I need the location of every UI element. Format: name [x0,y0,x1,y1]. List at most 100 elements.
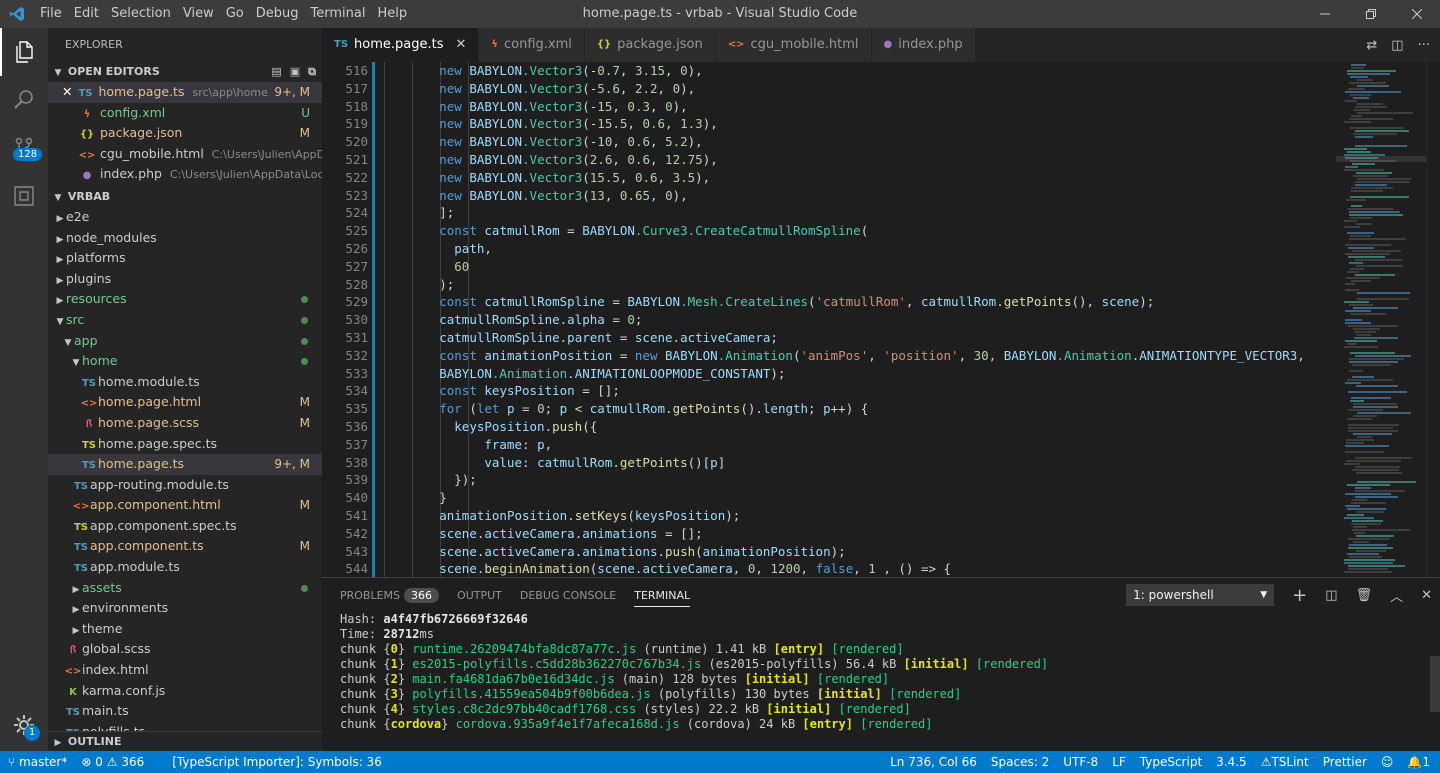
tree-folder[interactable]: ▶ platforms [48,248,322,269]
code-line[interactable]: path, [379,240,1305,258]
manage-button[interactable]: 1 [0,705,48,745]
open-changes-icon[interactable]: ⇄ [1366,38,1377,53]
terminal-scrollbar[interactable] [1430,656,1440,712]
tab-debug-console[interactable]: DEBUG CONSOLE [520,589,616,602]
tree-folder[interactable]: ▶ e2e [48,207,322,228]
close-window-button[interactable] [1394,0,1440,28]
indentation[interactable]: Spaces: 2 [991,755,1049,769]
code-line[interactable]: const catmullRomSpline = BABYLON.Mesh.Cr… [379,293,1305,311]
code-line[interactable]: const keysPosition = []; [379,382,1305,400]
tree-folder[interactable]: ▶ environments [48,598,322,619]
code-line[interactable]: new BABYLON.Vector3(2.6, 0.6, 12.75), [379,151,1305,169]
tab-home-page-ts[interactable]: TS home.page.ts ✕ [322,28,480,62]
tree-file[interactable]: TS app.component.spec.ts [48,516,322,537]
code-line[interactable]: scene.activeCamera.animations.push(anima… [379,543,1305,561]
minimap[interactable] [1336,62,1426,577]
tree-file[interactable]: TS app.component.ts M [48,536,322,557]
code-line[interactable]: new BABYLON.Vector3(-10, 0.6, 5.2), [379,133,1305,151]
terminal-select[interactable]: 1: powershell ▼ [1126,584,1275,606]
end-of-line[interactable]: LF [1112,755,1126,769]
code-line[interactable]: catmullRomSpline.parent = scene.activeCa… [379,329,1305,347]
restore-button[interactable] [1348,0,1394,28]
tree-file[interactable]: <>index.html [48,660,322,681]
code-line[interactable]: ]; [379,204,1305,222]
close-editor-icon[interactable]: ✕ [62,84,72,99]
encoding[interactable]: UTF-8 [1063,755,1098,769]
menu-terminal[interactable]: Terminal [305,0,372,28]
outline-section[interactable]: ▶ OUTLINE [48,731,322,751]
menu-selection[interactable]: Selection [105,0,177,28]
menu-debug[interactable]: Debug [250,0,305,28]
editor-scrollbar[interactable] [1426,62,1440,577]
tab-index-php[interactable]: ● index.php [871,28,976,62]
tree-file[interactable]: <>app.component.html M [48,495,322,516]
tab-package-json[interactable]: {} package.json [584,28,716,62]
new-untitled-icon[interactable]: ▤ [271,62,281,82]
menu-go[interactable]: Go [220,0,250,28]
save-all-icon[interactable]: ▣ [290,62,300,82]
tab-config-xml[interactable]: ϟ config.xml [479,28,585,62]
code-line[interactable]: const catmullRom = BABYLON.Curve3.Create… [379,222,1305,240]
tree-file[interactable]: TS app.module.ts [48,557,322,578]
code-line[interactable]: scene.beginAnimation(scene.activeCamera,… [379,560,1305,577]
open-editor-item[interactable]: {} package.json M [48,123,322,144]
tslint-status[interactable]: ⚠TSLint [1261,755,1309,769]
tab-output[interactable]: OUTPUT [457,589,502,602]
code-line[interactable]: new BABYLON.Vector3(13, 0.65, 0), [379,187,1305,205]
minimize-button[interactable] [1302,0,1348,28]
close-tab-icon[interactable]: ✕ [456,28,467,62]
code-line[interactable]: value: catmullRom.getPoints()[p] [379,454,1305,472]
open-editors-section[interactable]: ▼ OPEN EDITORS ▤ ▣ ⧉ [48,62,322,82]
branch-status[interactable]: ⑂ master* [8,755,67,769]
feedback-smiley-icon[interactable]: ☺ [1381,755,1394,769]
tree-folder[interactable]: ▼ src [48,310,322,331]
code-line[interactable]: new BABYLON.Vector3(15.5, 0.6, 3.5), [379,169,1305,187]
code-line[interactable]: for (let p = 0; p < catmullRom.getPoints… [379,400,1305,418]
more-actions-icon[interactable]: ··· [1418,38,1430,53]
language-mode[interactable]: TypeScript [1140,755,1202,769]
search-activity[interactable] [0,76,48,124]
code-line[interactable]: keysPosition.push({ [379,418,1305,436]
notifications-status[interactable]: 🔔1 [1407,755,1430,769]
menu-file[interactable]: File [34,0,68,28]
tree-folder[interactable]: ▶ node_modules [48,228,322,249]
tree-folder[interactable]: ▼ app [48,331,322,352]
tree-file[interactable]: ꟗ home.page.scss M [48,413,322,434]
tree-folder[interactable]: ▶ plugins [48,269,322,290]
new-terminal-icon[interactable]: + [1292,585,1307,606]
terminal-output[interactable]: Hash: a4f47fb6726669f32646 Time: 28712ms c… [322,612,1440,732]
code-line[interactable]: new BABYLON.Vector3(-5.6, 2.2, 0), [379,80,1305,98]
code-line[interactable]: } [379,489,1305,507]
code-editor[interactable]: 516 517 518 519 520 521 522 523 524 525 526 527 528 5… [322,62,1440,577]
tree-file[interactable]: ꟗ global.scss [48,639,322,660]
tree-folder[interactable]: ▼ home [48,351,322,372]
open-editor-item[interactable]: ϟ config.xml U [48,103,322,124]
code-line[interactable]: BABYLON.Animation.ANIMATIONLOOPMODE_CONS… [379,365,1305,383]
menu-help[interactable]: Help [371,0,413,28]
code-lines[interactable]: new BABYLON.Vector3(-0.7, 3.15, 0), new … [379,62,1305,577]
prettier-status[interactable]: Prettier [1323,755,1367,769]
code-line[interactable]: new BABYLON.Vector3(-0.7, 3.15, 0), [379,62,1305,80]
menu-edit[interactable]: Edit [68,0,105,28]
project-section[interactable]: ▼ VRBAB [48,186,322,207]
tree-file[interactable]: TS home.module.ts [48,372,322,393]
tree-file[interactable]: Kkarma.conf.js [48,681,322,702]
code-line[interactable]: animationPosition.setKeys(keysPosition); [379,507,1305,525]
code-line[interactable]: new BABYLON.Vector3(-15.5, 0.6, 1.3), [379,115,1305,133]
open-editor-item[interactable]: <> cgu_mobile.html C:\Users\Julien\AppDa… [48,144,322,165]
tree-file[interactable]: TS home.page.spec.ts [48,434,322,455]
split-editor-icon[interactable]: ◫ [1391,38,1403,53]
code-line[interactable]: }); [379,471,1305,489]
menu-view[interactable]: View [177,0,220,28]
problems-status[interactable]: ⊗ 0 ⚠ 366 [81,755,144,769]
explorer-activity[interactable] [0,28,48,76]
tree-folder[interactable]: ▶ assets [48,578,322,599]
tab-terminal[interactable]: TERMINAL [634,589,691,607]
extensions-activity[interactable] [0,172,48,220]
tab-problems[interactable]: PROBLEMS 366 [340,587,440,603]
code-line[interactable]: scene.activeCamera.animations = []; [379,525,1305,543]
open-editor-item[interactable]: ✕ TS home.page.ts src\app\home 9+, M [48,82,322,103]
tree-file[interactable]: TS app-routing.module.ts [48,475,322,496]
ts-version[interactable]: 3.4.5 [1216,755,1247,769]
code-line[interactable]: ); [379,276,1305,294]
